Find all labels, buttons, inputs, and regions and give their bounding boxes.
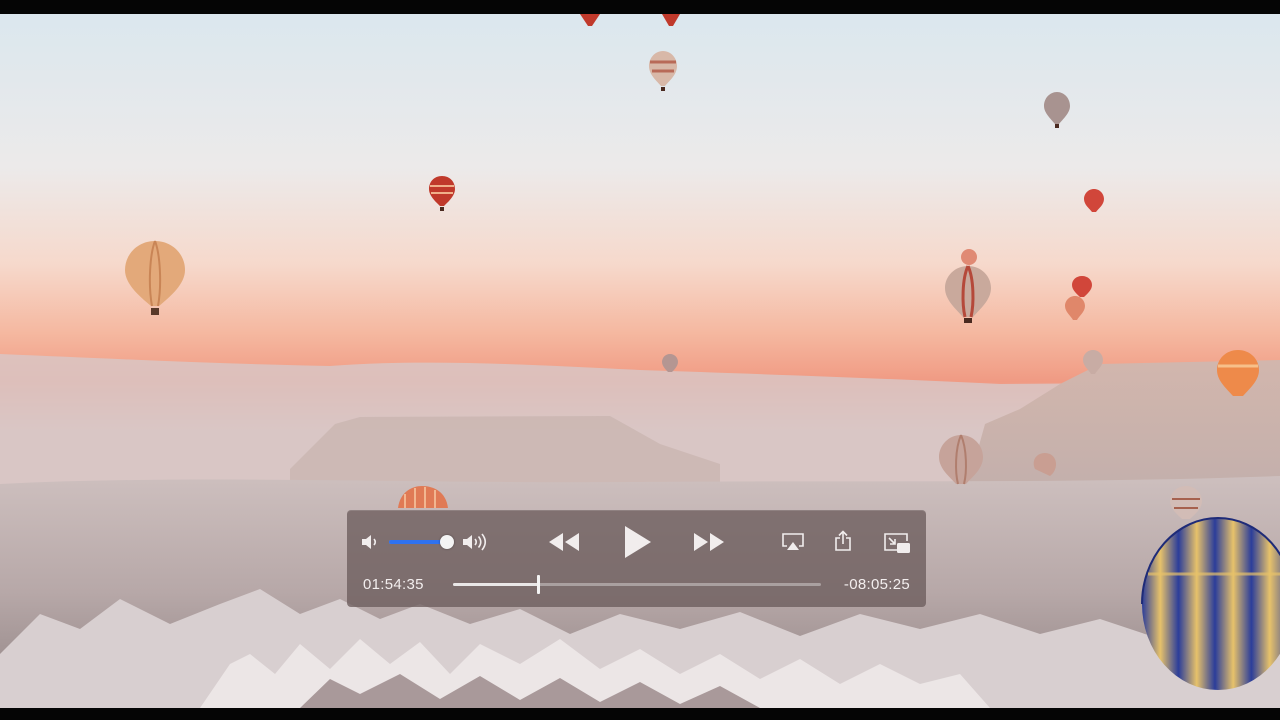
playhead[interactable] — [536, 575, 540, 594]
share-icon — [835, 530, 851, 551]
volume-slider-knob[interactable] — [440, 535, 454, 549]
airplay-button[interactable] — [779, 530, 807, 554]
remaining-time: -08:05:25 — [843, 576, 910, 593]
mute-button[interactable] — [359, 532, 381, 552]
max-volume-button[interactable] — [461, 530, 491, 554]
volume-level-fill — [389, 540, 447, 544]
elapsed-time: 01:54:35 — [363, 576, 424, 593]
picture-in-picture-icon — [884, 533, 910, 553]
play-icon — [625, 526, 651, 558]
fast-forward-button[interactable] — [690, 528, 728, 556]
letterbox-bottom — [0, 708, 1280, 720]
share-button[interactable] — [831, 528, 855, 554]
picture-in-picture-button[interactable] — [881, 530, 913, 556]
airplay-icon — [782, 533, 804, 550]
volume-high-icon — [463, 533, 487, 551]
play-button[interactable] — [619, 522, 655, 562]
volume-low-icon — [362, 535, 377, 549]
rewind-icon — [549, 533, 579, 551]
fast-forward-icon — [694, 533, 724, 551]
playback-progress-fill — [453, 583, 538, 586]
playback-scrubber[interactable] — [453, 575, 821, 594]
volume-slider[interactable] — [389, 535, 454, 549]
letterbox-top — [0, 0, 1280, 14]
rewind-button[interactable] — [545, 528, 583, 556]
playback-controls-panel: 01:54:35 -08:05:25 — [347, 510, 926, 607]
